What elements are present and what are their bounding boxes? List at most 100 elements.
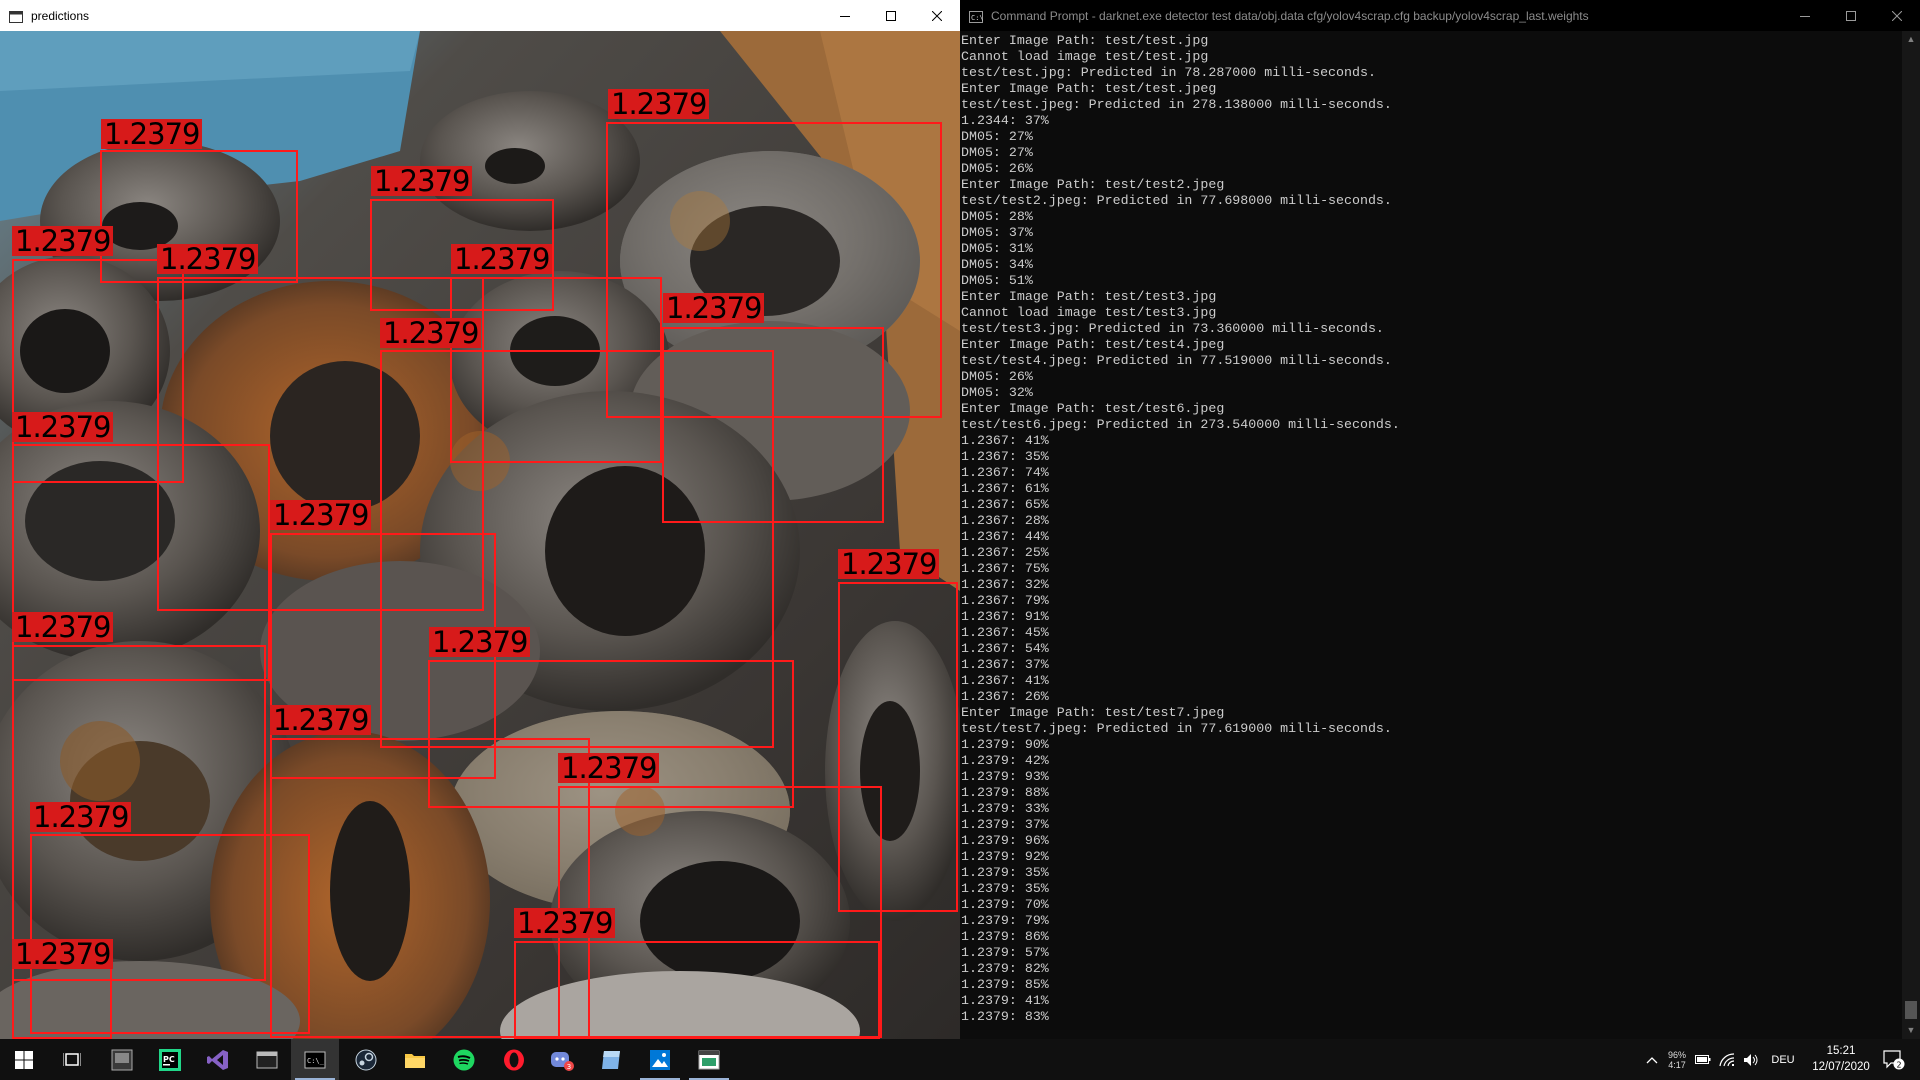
language-indicator[interactable]: DEU [1766, 1039, 1800, 1080]
vertical-scrollbar[interactable]: ▲ ▼ [1902, 31, 1920, 1039]
console-line: 1.2367: 37% [961, 657, 1049, 672]
console-line: test/test3.jpg: Predicted in 73.360000 m… [961, 321, 1384, 336]
wifi-icon [1719, 1052, 1735, 1066]
opera-icon [504, 1049, 524, 1070]
battery-button[interactable] [1692, 1039, 1714, 1080]
taskbar-app-opera[interactable] [490, 1039, 538, 1080]
cmd-minimize-button[interactable] [1782, 0, 1828, 31]
console-line: 1.2367: 45% [961, 625, 1049, 640]
console-line: test/test7.jpeg: Predicted in 77.619000 … [961, 721, 1392, 736]
taskbar-app-photos[interactable] [636, 1039, 684, 1080]
console-line: DM05: 26% [961, 161, 1033, 176]
taskbar-app-discord[interactable]: 3 [538, 1039, 586, 1080]
close-button[interactable] [914, 0, 960, 31]
console-line: 1.2367: 79% [961, 593, 1049, 608]
taskbar-app-visual-studio[interactable] [194, 1039, 242, 1080]
console-line: 1.2367: 61% [961, 481, 1049, 496]
folder-icon [405, 1053, 425, 1068]
detection-label: 1.2379 [270, 500, 372, 530]
console-line: 1.2367: 41% [961, 433, 1049, 448]
taskbar-app-command-prompt[interactable]: C:\_ [291, 1039, 339, 1080]
console-line: test/test2.jpeg: Predicted in 77.698000 … [961, 193, 1392, 208]
clock-date: 12/07/2020 [1812, 1061, 1870, 1073]
taskbar-app-spotify[interactable] [440, 1039, 488, 1080]
taskbar-app-pycharm[interactable]: PC [146, 1039, 194, 1080]
command-prompt-window[interactable]: C:\ Command Prompt - darknet.exe detecto… [960, 0, 1920, 1039]
console-line: Enter Image Path: test/test6.jpeg [961, 401, 1225, 416]
console-line: 1.2367: 35% [961, 449, 1049, 464]
taskbar-app-window[interactable] [243, 1039, 291, 1080]
console-line: 1.2379: 90% [961, 737, 1049, 752]
scroll-down-icon[interactable]: ▼ [1902, 1022, 1920, 1039]
notification-count: 2 [1897, 1060, 1902, 1069]
console-line: Cannot load image test/test.jpg [961, 49, 1209, 64]
console-line: 1.2367: 28% [961, 513, 1049, 528]
console-line: 1.2379: 82% [961, 961, 1049, 976]
clock[interactable]: 15:21 12/07/2020 [1806, 1043, 1876, 1075]
taskbar-app-notes[interactable] [587, 1039, 635, 1080]
detection-label: 1.2379 [12, 226, 114, 256]
command-prompt-icon: C:\_ [304, 1051, 326, 1068]
window-app-icon [9, 10, 23, 23]
action-center-button[interactable]: 2 [1874, 1039, 1914, 1080]
console-line: Enter Image Path: test/test2.jpeg [961, 177, 1225, 192]
detection-label: 1.2379 [663, 293, 765, 323]
console-line: 1.2379: 88% [961, 785, 1049, 800]
cmd-maximize-button[interactable] [1828, 0, 1874, 31]
detection-label: 1.2379 [608, 89, 710, 119]
console-line: 1.2379: 79% [961, 913, 1049, 928]
window-title: predictions [31, 8, 90, 23]
console-line: DM05: 51% [961, 273, 1033, 288]
console-line: DM05: 37% [961, 225, 1033, 240]
detection-label: 1.2379 [157, 244, 259, 274]
cmd-close-button[interactable] [1874, 0, 1920, 31]
console-line: 1.2379: 70% [961, 897, 1049, 912]
console-line: 1.2379: 35% [961, 865, 1049, 880]
battery-percent: 96% [1667, 1049, 1686, 1060]
console-line: 1.2379: 41% [961, 993, 1049, 1008]
detection-label: 1.2379 [12, 612, 114, 642]
detection-label: 1.2379 [380, 318, 482, 348]
close-icon [1892, 10, 1902, 21]
predictions-window[interactable]: predictions 1.2379 1.2379 1.2379 1.2379 … [0, 0, 960, 1039]
console-line: 1.2379: 92% [961, 849, 1049, 864]
predictions-titlebar[interactable]: predictions [0, 0, 960, 31]
console-line: test/test.jpeg: Predicted in 278.138000 … [961, 97, 1392, 112]
svg-text:C:\_: C:\_ [307, 1057, 325, 1065]
console-line: 1.2379: 86% [961, 929, 1049, 944]
volume-button[interactable] [1740, 1039, 1762, 1080]
console-line: Enter Image Path: test/test3.jpg [961, 289, 1217, 304]
battery-status[interactable]: 96% 4:17 [1664, 1039, 1690, 1080]
taskbar-app-manager[interactable] [98, 1039, 146, 1080]
taskbar-app-steam[interactable] [342, 1039, 390, 1080]
console-line: Enter Image Path: test/test7.jpeg [961, 705, 1225, 720]
close-icon [932, 10, 942, 21]
console-line: 1.2379: 83% [961, 1009, 1049, 1024]
chevron-up-icon [1646, 1056, 1658, 1063]
taskbar-app-file-explorer[interactable] [391, 1039, 439, 1080]
console-line: 1.2379: 35% [961, 881, 1049, 896]
minimize-icon [840, 15, 850, 17]
scroll-up-icon[interactable]: ▲ [1902, 31, 1920, 48]
cmd-titlebar[interactable]: C:\ Command Prompt - darknet.exe detecto… [960, 0, 1920, 31]
console-line: Enter Image Path: test/test.jpeg [961, 81, 1217, 96]
discord-icon: 3 [551, 1051, 574, 1071]
detection-label: 1.2379 [838, 549, 940, 579]
visual-studio-icon [207, 1049, 228, 1070]
console-output[interactable]: Enter Image Path: test/test.jpg Cannot lo… [960, 31, 1902, 1039]
minimize-button[interactable] [822, 0, 868, 31]
task-view-icon [63, 1052, 81, 1066]
console-line: 1.2367: 75% [961, 561, 1049, 576]
console-line: 1.2367: 91% [961, 609, 1049, 624]
start-button[interactable] [0, 1039, 48, 1080]
console-line: test/test4.jpeg: Predicted in 77.519000 … [961, 353, 1392, 368]
scrollbar-thumb[interactable] [1905, 1001, 1917, 1019]
task-view-button[interactable] [48, 1039, 96, 1080]
network-button[interactable] [1716, 1039, 1738, 1080]
pycharm-icon: PC [159, 1048, 181, 1071]
taskbar-app-predictions[interactable] [685, 1039, 733, 1080]
console-line: Enter Image Path: test/test4.jpeg [961, 337, 1225, 352]
maximize-button[interactable] [868, 0, 914, 31]
notes-icon [602, 1050, 620, 1069]
show-hidden-icons-button[interactable] [1642, 1039, 1662, 1080]
